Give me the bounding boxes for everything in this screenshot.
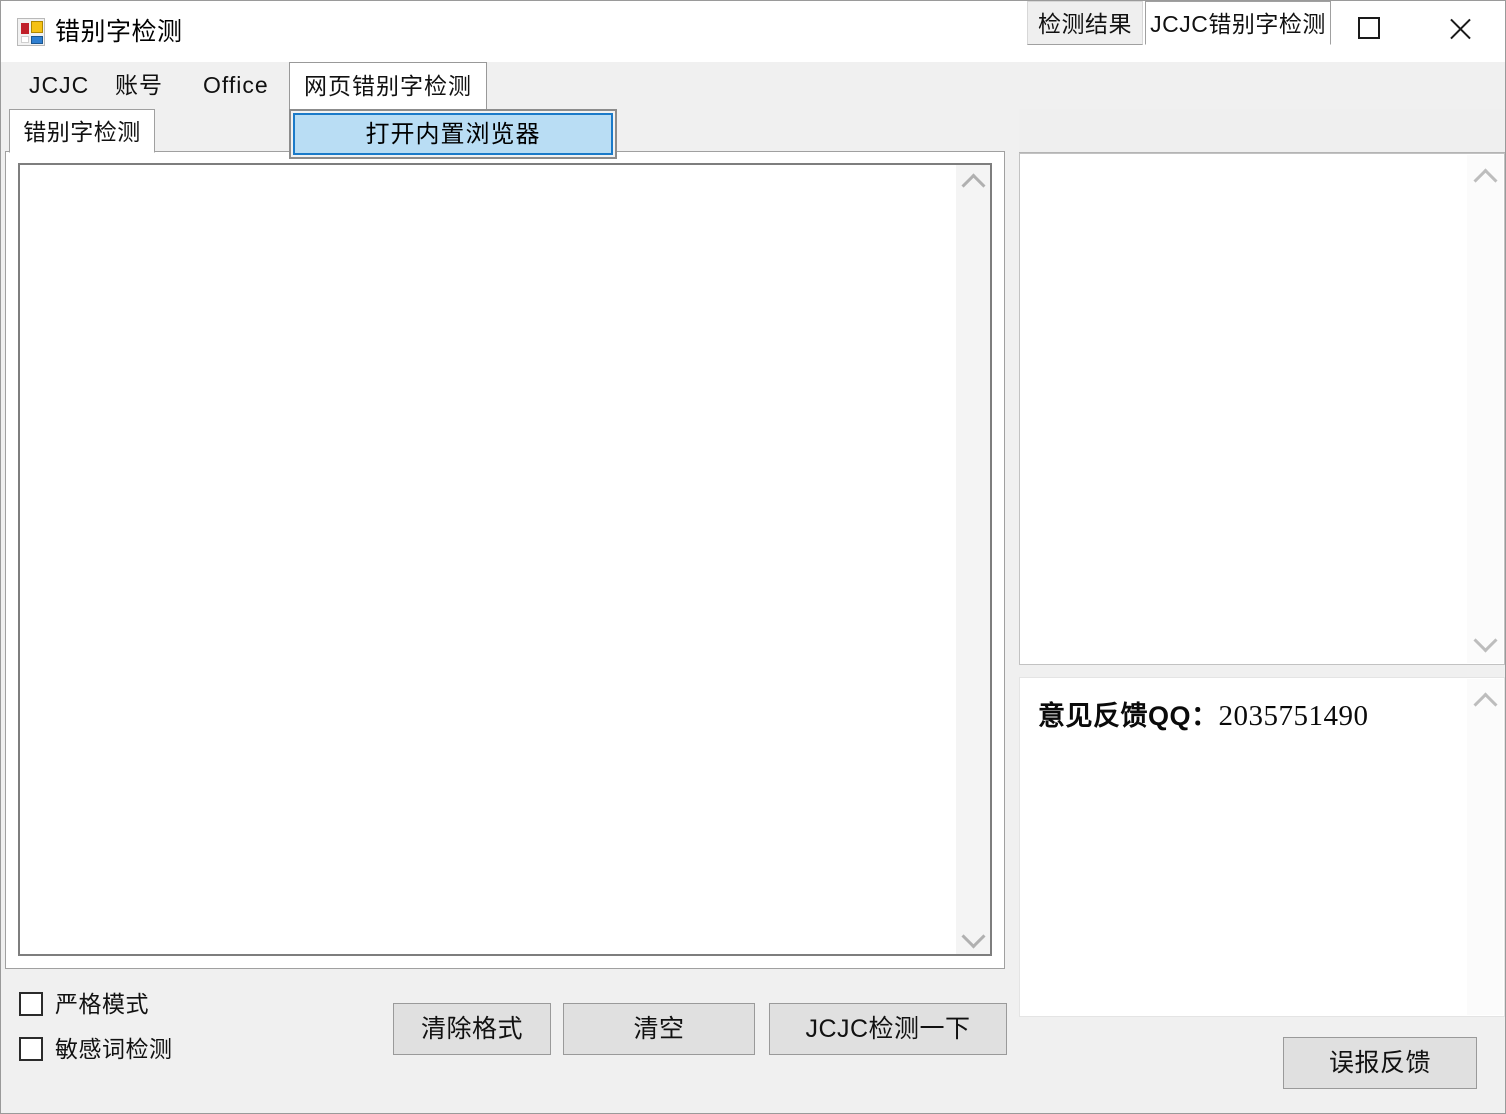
feedback-qq-number: 2035751490	[1218, 700, 1369, 732]
maximize-icon	[1358, 17, 1380, 39]
scroll-up-icon[interactable]	[956, 165, 990, 199]
detection-results-panel[interactable]	[1019, 153, 1505, 665]
right-tab-strip	[1019, 109, 1505, 153]
checkbox-label-sensitive-word: 敏感词检测	[55, 1036, 173, 1062]
menu-item-web-typo-detection[interactable]: 网页错别字检测	[289, 62, 487, 110]
results-scroll-up-icon[interactable]	[1467, 159, 1503, 195]
menu-bar: JCJC 账号 Office 网页错别字检测	[1, 62, 1505, 110]
app-grid-icon	[17, 18, 45, 46]
feedback-panel[interactable]: 意见反馈QQ：2035751490	[1019, 677, 1505, 1017]
checkbox-box-strict-mode[interactable]	[19, 992, 43, 1016]
feedback-scroll-up-icon[interactable]	[1467, 683, 1503, 719]
tab-jcjc-typo-detection[interactable]: JCJC错别字检测	[1145, 1, 1331, 45]
tab-typo-detection[interactable]: 错别字检测	[9, 109, 155, 153]
checkbox-box-sensitive-word[interactable]	[19, 1037, 43, 1061]
checkbox-label-strict-mode: 严格模式	[55, 991, 149, 1017]
clear-button[interactable]: 清空	[563, 1003, 755, 1055]
text-editor[interactable]	[18, 163, 992, 956]
menu-item-office[interactable]: Office	[189, 62, 283, 109]
close-button[interactable]	[1431, 1, 1491, 59]
application-window: 错别字检测 JCJC 账号 Office 网页错别字检测 错别字检测 打开内置浏…	[0, 0, 1506, 1114]
window-title: 错别字检测	[55, 18, 183, 46]
menu-item-jcjc[interactable]: JCJC	[15, 62, 103, 109]
scroll-down-icon[interactable]	[956, 920, 990, 954]
menu-item-account[interactable]: 账号	[101, 62, 177, 109]
web-typo-detection-dropdown: 打开内置浏览器	[289, 109, 617, 159]
tab-detection-results[interactable]: 检测结果	[1027, 1, 1143, 45]
editor-vertical-scrollbar[interactable]	[956, 165, 990, 954]
results-vertical-scrollbar[interactable]	[1467, 155, 1503, 663]
feedback-qq-label: 意见反馈QQ：	[1038, 701, 1219, 731]
close-icon	[1447, 16, 1473, 42]
feedback-vertical-scrollbar[interactable]	[1467, 679, 1503, 1015]
detect-button[interactable]: JCJC检测一下	[769, 1003, 1007, 1055]
results-scroll-down-icon[interactable]	[1467, 623, 1503, 659]
maximize-button[interactable]	[1338, 1, 1398, 59]
clear-format-button[interactable]: 清除格式	[393, 1003, 551, 1055]
menu-option-open-builtin-browser[interactable]: 打开内置浏览器	[293, 113, 613, 155]
left-tab-panel	[5, 151, 1005, 969]
report-false-positive-button[interactable]: 误报反馈	[1283, 1037, 1477, 1089]
feedback-qq-text: 意见反馈QQ：2035751490	[1038, 696, 1369, 736]
